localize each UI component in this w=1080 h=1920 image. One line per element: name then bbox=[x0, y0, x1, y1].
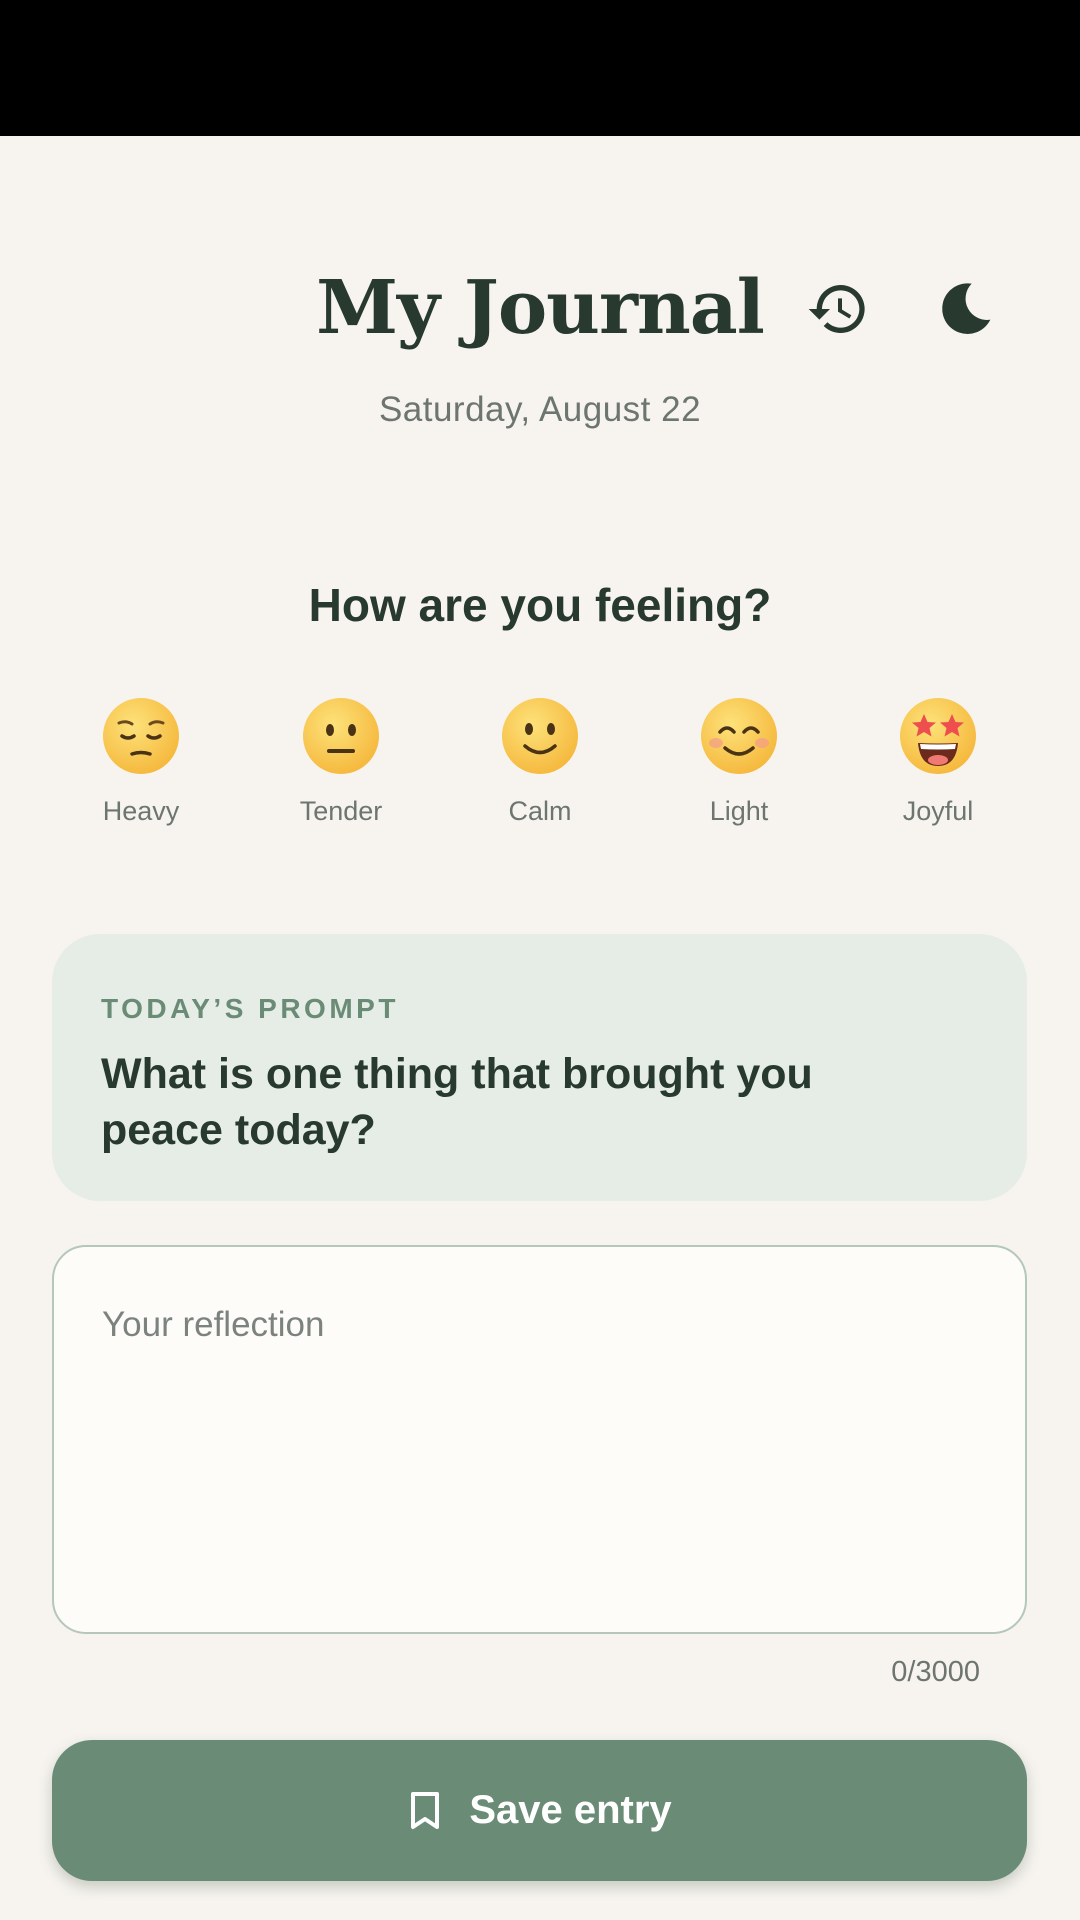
moon-icon bbox=[942, 283, 991, 334]
mood-label: Joyful bbox=[902, 796, 974, 826]
bookmark-icon bbox=[411, 1791, 440, 1829]
mood-option-heavy[interactable]: Heavy bbox=[41, 696, 241, 836]
prompt-kicker: TODAY’S PROMPT bbox=[101, 993, 399, 1024]
prompt-card: TODAY’S PROMPT What is one thing that br… bbox=[52, 934, 1027, 1201]
neutral-face-emoji bbox=[303, 698, 379, 774]
pensive-face-emoji bbox=[103, 698, 179, 774]
mood-selector: Heavy Tender Calm Light Joyful bbox=[40, 696, 1040, 836]
theme-toggle-button[interactable] bbox=[925, 269, 1005, 349]
history-button[interactable] bbox=[798, 269, 878, 349]
save-entry-button[interactable]: Save entry bbox=[52, 1740, 1027, 1881]
mood-option-tender[interactable]: Tender bbox=[241, 696, 441, 836]
star-struck-face-emoji bbox=[900, 698, 976, 774]
mood-heading: How are you feeling? bbox=[308, 579, 772, 631]
mood-option-joyful[interactable]: Joyful bbox=[838, 696, 1038, 836]
character-counter: 0/3000 bbox=[891, 1656, 980, 1688]
history-icon bbox=[808, 285, 865, 333]
prompt-question: What is one thing that brought you peace… bbox=[101, 1050, 813, 1154]
mood-option-light[interactable]: Light bbox=[639, 696, 839, 836]
mood-option-calm[interactable]: Calm bbox=[440, 696, 640, 836]
smiling-face-with-blush-emoji bbox=[701, 698, 777, 774]
date-label: Saturday, August 22 bbox=[378, 390, 702, 429]
mood-label: Calm bbox=[508, 796, 572, 826]
status-bar bbox=[0, 0, 1080, 136]
mood-label: Light bbox=[709, 796, 769, 826]
reflection-input[interactable] bbox=[52, 1245, 1027, 1634]
slightly-smiling-face-emoji bbox=[502, 698, 578, 774]
mood-label: Heavy bbox=[102, 796, 180, 826]
mood-label: Tender bbox=[299, 796, 383, 826]
save-entry-label: Save entry bbox=[469, 1788, 672, 1832]
app-title: My Journal bbox=[316, 265, 765, 351]
